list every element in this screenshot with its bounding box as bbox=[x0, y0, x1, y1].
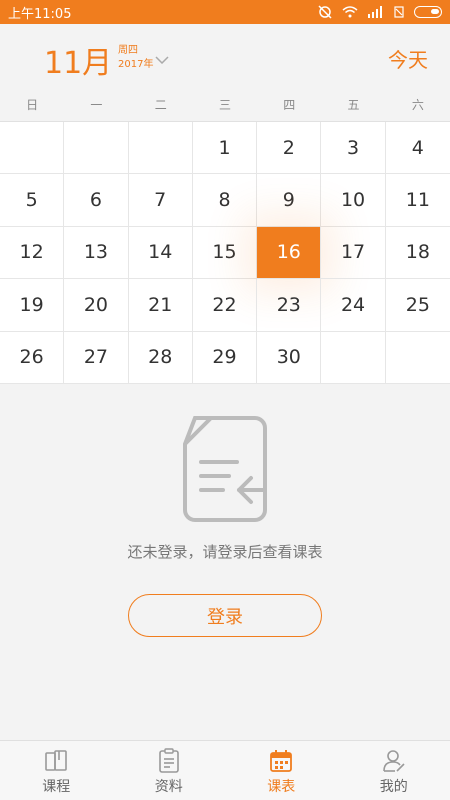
calendar-day[interactable]: 18 bbox=[385, 227, 450, 280]
calendar-day[interactable]: 7 bbox=[128, 174, 193, 227]
weekday-label: 四 bbox=[283, 98, 296, 112]
calendar-day[interactable]: 15 bbox=[192, 226, 258, 280]
material-icon bbox=[158, 748, 179, 773]
calendar-day[interactable]: 28 bbox=[128, 331, 193, 384]
bottom-tab-bar: 课程 资料 课表 我的 bbox=[0, 740, 450, 800]
calendar-day[interactable]: 30 bbox=[257, 331, 322, 384]
tab-material-label: 资料 bbox=[154, 779, 183, 795]
tab-course-label: 课程 bbox=[42, 779, 71, 795]
login-prompt: 还未登录，请登录后查看课表 bbox=[127, 543, 323, 561]
alarm-off-icon bbox=[318, 5, 332, 19]
calendar-day[interactable]: 29 bbox=[192, 331, 258, 384]
calendar-day[interactable]: 25 bbox=[385, 279, 450, 332]
calendar-day[interactable]: 21 bbox=[128, 279, 193, 332]
calendar-day[interactable]: 6 bbox=[64, 174, 129, 227]
calendar-blank-cell bbox=[385, 332, 450, 384]
calendar-blank-cell bbox=[64, 122, 129, 175]
calendar-day[interactable]: 10 bbox=[321, 174, 386, 227]
weekday-label: 日 bbox=[26, 98, 39, 112]
calendar-day[interactable]: 11 bbox=[385, 174, 450, 227]
no-sim-icon bbox=[394, 6, 404, 18]
calendar-blank-cell bbox=[0, 122, 65, 175]
month-label: 11月 bbox=[44, 46, 113, 81]
calendar-blank-cell bbox=[128, 122, 193, 175]
date-meta[interactable]: 周四 2017年 bbox=[118, 44, 153, 72]
document-icon bbox=[183, 416, 267, 522]
calendar-header: 11月 周四 2017年 今天 bbox=[0, 24, 450, 88]
calendar-day[interactable]: 13 bbox=[64, 226, 129, 280]
weekday-label: 五 bbox=[347, 98, 360, 112]
calendar-day[interactable]: 19 bbox=[0, 279, 65, 332]
calendar-day[interactable]: 26 bbox=[0, 331, 65, 384]
status-icons bbox=[318, 5, 442, 19]
status-time: 上午11:05 bbox=[8, 6, 72, 22]
course-icon bbox=[45, 750, 68, 771]
today-button[interactable]: 今天 bbox=[388, 44, 428, 73]
tab-profile-label: 我的 bbox=[379, 779, 408, 795]
tab-schedule[interactable]: 课表 bbox=[225, 741, 338, 800]
calendar-day[interactable]: 4 bbox=[385, 122, 450, 175]
calendar-day[interactable]: 16 bbox=[257, 226, 322, 280]
status-bar: 上午11:05 bbox=[0, 0, 450, 24]
year-label: 2017年 bbox=[118, 59, 154, 70]
weekday-row: 日一二三四五六 bbox=[0, 88, 450, 121]
calendar-blank-cell bbox=[321, 331, 386, 384]
tab-course[interactable]: 课程 bbox=[0, 741, 113, 800]
calendar-day[interactable]: 9 bbox=[257, 174, 322, 227]
calendar-day[interactable]: 24 bbox=[321, 279, 386, 332]
profile-icon bbox=[382, 750, 405, 772]
signal-icon bbox=[368, 6, 382, 18]
calendar-grid: 1 2 3 4 5 6 7 8 9 10 11 12 13 14 15 16 17 18 19 20 21 22 23 24 2… bbox=[0, 121, 450, 384]
weekday-label: 周四 bbox=[118, 45, 138, 56]
login-button[interactable]: 登录 bbox=[128, 594, 322, 637]
weekday-label: 一 bbox=[90, 98, 103, 112]
calendar-day[interactable]: 1 bbox=[192, 122, 258, 175]
weekday-label: 三 bbox=[218, 98, 231, 112]
calendar-day[interactable]: 27 bbox=[64, 331, 129, 384]
calendar-day[interactable]: 14 bbox=[128, 226, 193, 280]
calendar-day[interactable]: 12 bbox=[0, 226, 65, 280]
tab-material[interactable]: 资料 bbox=[113, 741, 226, 800]
tab-profile[interactable]: 我的 bbox=[338, 741, 450, 800]
tab-schedule-label: 课表 bbox=[267, 779, 296, 795]
battery-icon bbox=[414, 6, 442, 18]
weekday-label: 六 bbox=[411, 98, 424, 112]
schedule-icon bbox=[270, 750, 293, 772]
wifi-icon bbox=[342, 6, 358, 18]
weekday-label: 二 bbox=[154, 98, 167, 112]
chevron-down-icon[interactable] bbox=[155, 56, 169, 64]
calendar-day[interactable]: 17 bbox=[321, 226, 386, 280]
calendar-day[interactable]: 8 bbox=[192, 174, 258, 227]
calendar-day[interactable]: 20 bbox=[64, 279, 129, 332]
calendar-day[interactable]: 3 bbox=[321, 122, 386, 175]
calendar-day[interactable]: 2 bbox=[257, 122, 322, 175]
calendar-day[interactable]: 5 bbox=[0, 174, 65, 227]
calendar-day[interactable]: 22 bbox=[192, 279, 258, 332]
calendar-day[interactable]: 23 bbox=[257, 279, 322, 332]
